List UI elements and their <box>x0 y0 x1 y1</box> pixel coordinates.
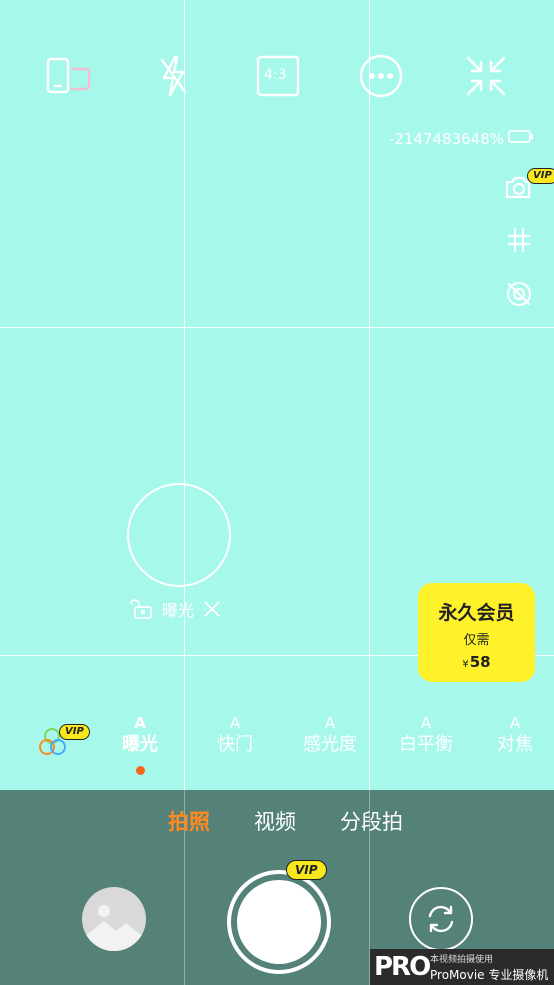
stabilizer-button[interactable] <box>502 277 536 311</box>
param-iso[interactable]: A 感光度 <box>285 714 375 756</box>
param-auto-label: A <box>134 714 146 732</box>
param-label: 曝光 <box>122 734 158 755</box>
lock-open-icon[interactable] <box>130 598 154 620</box>
price-currency: ¥ <box>462 659 469 670</box>
param-auto-label: A <box>509 714 521 732</box>
param-label: 白平衡 <box>399 734 453 755</box>
param-white-balance[interactable]: A 白平衡 <box>381 714 471 756</box>
mode-tab-video[interactable]: 视频 <box>254 806 296 836</box>
vip-badge: VIP <box>527 168 554 184</box>
collapse-button[interactable] <box>461 52 511 100</box>
watermark-caption: 本视频拍摄使用 <box>430 955 494 965</box>
param-auto-label: A <box>420 714 432 732</box>
param-label: 快门 <box>217 734 253 755</box>
mode-tab-segment[interactable]: 分段拍 <box>340 806 403 836</box>
more-icon <box>359 54 403 98</box>
switch-camera-button[interactable] <box>409 887 473 951</box>
exposure-label: 曝光 <box>162 601 195 620</box>
aspect-ratio-label: 4:3 <box>264 67 287 83</box>
param-focus[interactable]: A 对焦 <box>476 714 554 756</box>
flash-off-icon <box>160 55 187 97</box>
flash-button[interactable] <box>148 52 198 100</box>
price-value: 58 <box>469 653 491 671</box>
watermark-logo: PRO <box>374 952 431 982</box>
exposure-lock-control: 曝光 <box>130 597 222 621</box>
param-auto-label: A <box>324 714 336 732</box>
membership-promo-card[interactable]: 永久会员 仅需 ¥58 <box>418 583 535 682</box>
grid-icon <box>507 227 531 253</box>
stabilizer-off-icon <box>506 281 532 307</box>
switch-camera-icon <box>428 905 454 933</box>
grid-toggle-button[interactable] <box>502 223 536 257</box>
battery-icon <box>508 130 533 143</box>
screen-rotate-icon <box>46 57 91 94</box>
param-auto-label: A <box>229 714 241 732</box>
shutter-button[interactable] <box>237 880 321 964</box>
battery-text: -2147483648% <box>388 130 504 148</box>
screen-rotate-button[interactable] <box>43 52 93 100</box>
more-button[interactable] <box>356 52 406 100</box>
member-price: ¥58 <box>418 653 535 671</box>
member-subtitle: 仅需 <box>463 633 490 648</box>
member-title: 永久会员 <box>438 602 515 624</box>
watermark-brand: ProMovie 专业摄像机 <box>430 968 549 982</box>
promovie-watermark: PRO 本视频拍摄使用 ProMovie 专业摄像机 <box>370 949 554 985</box>
param-shutter[interactable]: A 快门 <box>190 714 280 756</box>
mode-tab-photo[interactable]: 拍照 <box>168 806 210 836</box>
active-indicator-dot <box>136 766 145 775</box>
grid-line-horizontal <box>0 327 554 328</box>
collapse-icon <box>466 56 506 96</box>
param-exposure[interactable]: A 曝光 <box>95 714 185 756</box>
exposure-focus-ring[interactable] <box>127 483 231 587</box>
shutter-vip-badge: VIP <box>286 860 327 880</box>
gallery-image-icon <box>82 905 146 951</box>
close-icon[interactable] <box>202 599 222 619</box>
gallery-button[interactable] <box>82 887 146 951</box>
filter-vip-badge: VIP <box>59 724 90 740</box>
param-label: 对焦 <box>497 734 533 755</box>
aspect-ratio-button[interactable]: 4:3 <box>253 52 303 100</box>
param-label: 感光度 <box>303 734 357 755</box>
